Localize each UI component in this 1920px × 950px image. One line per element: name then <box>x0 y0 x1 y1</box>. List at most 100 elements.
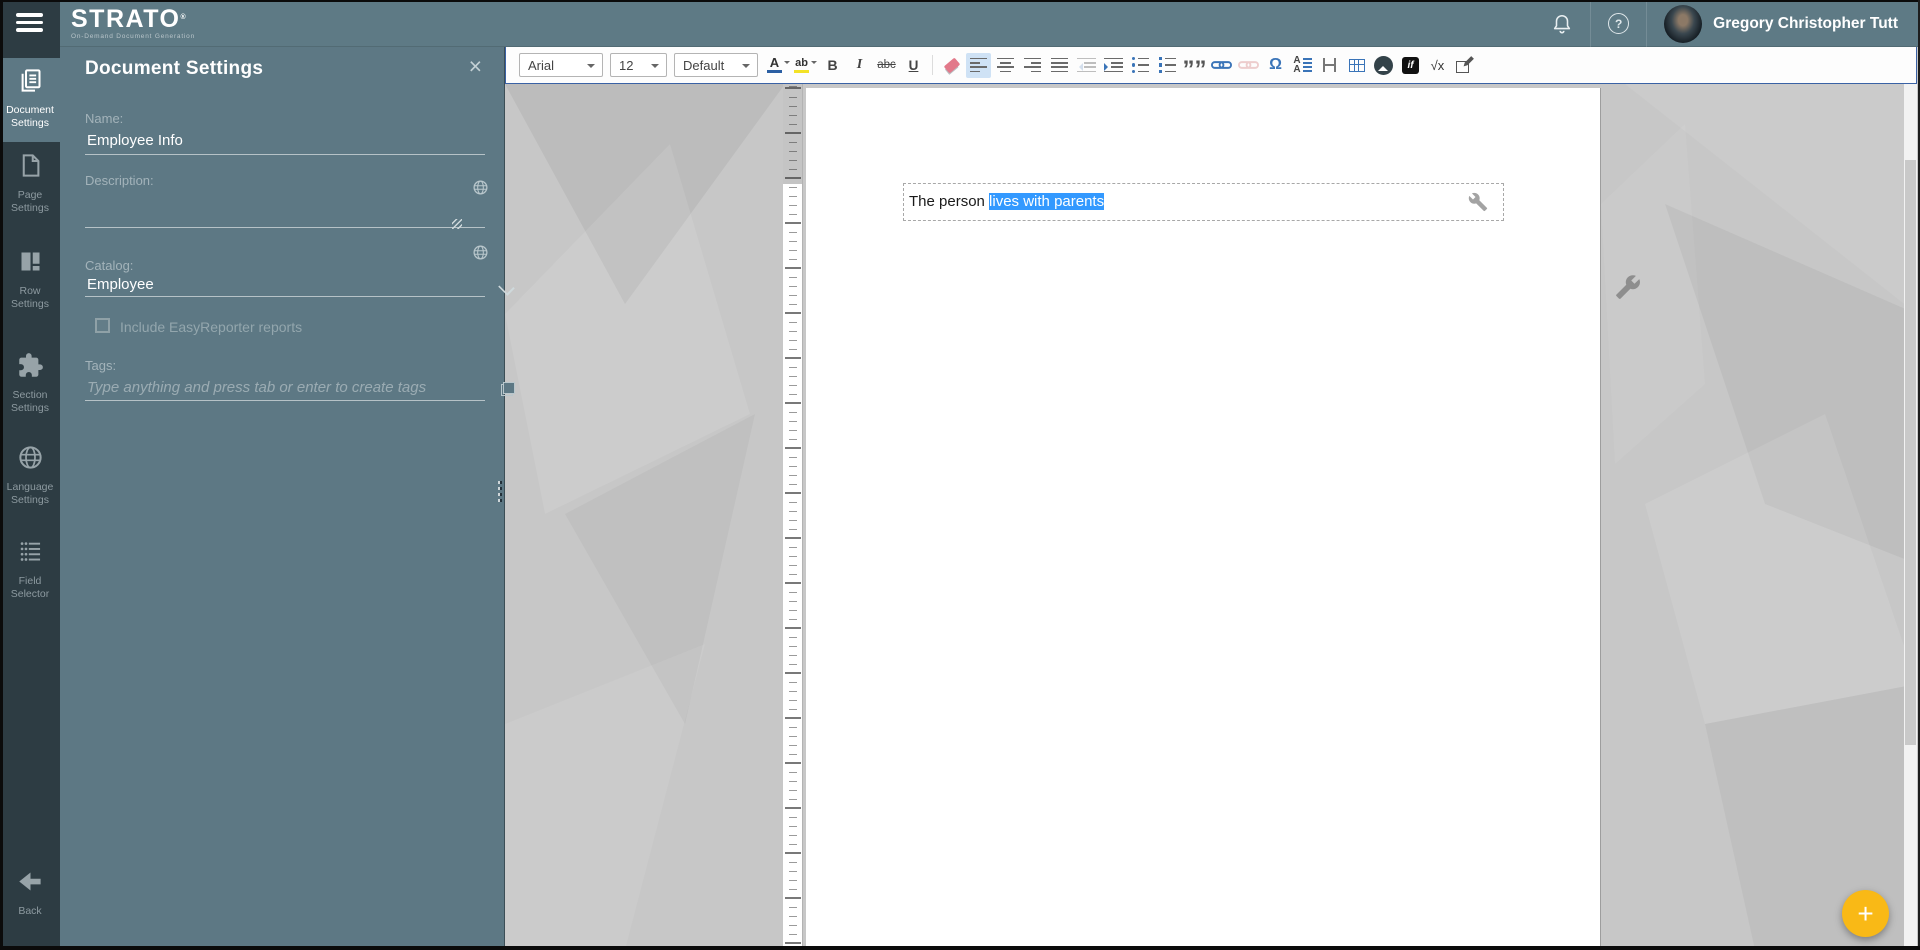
page-break-icon <box>1323 58 1336 72</box>
if-icon: if <box>1402 56 1419 74</box>
left-sidebar: Document Settings Page Settings Row Setting… <box>0 0 60 950</box>
conditional-if-button[interactable]: if <box>1398 53 1423 78</box>
include-easyreporter-checkbox[interactable] <box>95 318 110 333</box>
sidebar-item-row-settings[interactable]: Row Settings <box>0 248 60 311</box>
name-field[interactable] <box>85 131 485 155</box>
description-label: Description: <box>85 173 154 188</box>
back-arrow-icon <box>17 868 44 895</box>
line-spacing-button[interactable]: AA <box>1290 53 1315 78</box>
font-size-select[interactable]: 12 <box>610 53 667 77</box>
document-settings-icon <box>17 67 44 94</box>
indent-button[interactable] <box>1101 53 1126 78</box>
caret-down-icon <box>811 61 817 67</box>
plus-icon: + <box>1857 897 1874 929</box>
add-fab-button[interactable]: + <box>1842 890 1889 937</box>
logo-subtitle: On-Demand Document Generation <box>71 33 196 40</box>
editor-toolbar: Arial 12 Default A ab B I abc U ” ” Ω A … <box>505 47 1917 84</box>
document-settings-panel: Document Settings × Name: Description: C… <box>60 47 515 950</box>
sidebar-item-document-settings[interactable]: Document Settings <box>0 58 60 142</box>
topbar-right-group: ? Gregory Christopher Tutt <box>1551 0 1898 47</box>
align-left-button[interactable] <box>966 52 991 78</box>
insert-image-button[interactable] <box>1371 53 1396 78</box>
translate-globe-icon[interactable] <box>472 179 489 196</box>
insert-link-button[interactable] <box>1209 53 1234 78</box>
wrench-cursor-icon <box>1615 274 1641 300</box>
bullet-list-icon <box>1131 56 1150 74</box>
user-avatar[interactable] <box>1664 4 1703 43</box>
line-spacing-icon: AA <box>1293 56 1312 75</box>
topbar-divider <box>1590 0 1592 47</box>
link-icon <box>1211 58 1232 72</box>
vertical-scrollbar[interactable] <box>1904 84 1917 950</box>
logo-title: STRATO® <box>71 5 188 33</box>
numbered-list-button[interactable] <box>1155 53 1180 78</box>
text-field-block[interactable]: The person lives with parents <box>903 183 1504 221</box>
strikethrough-button[interactable]: abc <box>874 53 899 78</box>
hamburger-menu-icon[interactable] <box>16 13 43 32</box>
formula-button[interactable]: √x <box>1425 53 1450 78</box>
remove-link-button[interactable] <box>1236 53 1261 78</box>
unlink-icon <box>1238 58 1259 72</box>
textarea-resize-handle[interactable] <box>452 219 462 229</box>
topbar-divider <box>1646 0 1648 47</box>
editor-canvas: The person lives with parents + <box>505 84 1917 950</box>
name-label: Name: <box>85 111 124 126</box>
sidebar-item-section-settings[interactable]: Section Settings <box>0 352 60 415</box>
indent-icon <box>1104 57 1123 73</box>
numbered-list-icon <box>1158 56 1177 74</box>
document-page[interactable]: The person lives with parents <box>806 88 1601 950</box>
description-field[interactable] <box>85 197 485 228</box>
edit-source-button[interactable] <box>1452 53 1477 78</box>
paragraph-text: The person <box>909 193 990 210</box>
page-settings-icon <box>17 152 44 179</box>
field-wrench-icon[interactable] <box>1468 192 1488 212</box>
align-center-button[interactable] <box>993 53 1018 78</box>
align-justify-button[interactable] <box>1047 53 1072 78</box>
align-right-button[interactable] <box>1020 53 1045 78</box>
image-icon <box>1374 55 1393 75</box>
sidebar-item-language-settings[interactable]: Language Settings <box>0 444 60 507</box>
eraser-icon <box>943 57 960 73</box>
bullet-list-button[interactable] <box>1128 53 1153 78</box>
panel-title: Document Settings <box>85 58 264 79</box>
user-name[interactable]: Gregory Christopher Tutt <box>1713 15 1898 33</box>
font-color-button[interactable]: A <box>767 56 790 74</box>
underline-button[interactable]: U <box>901 53 926 78</box>
panel-resize-grip[interactable] <box>496 481 504 507</box>
scrollbar-thumb[interactable] <box>1905 160 1916 745</box>
sidebar-item-back[interactable]: Back <box>0 868 60 918</box>
trademark-mark: ® <box>180 14 188 21</box>
section-settings-puzzle-icon <box>17 352 44 379</box>
font-family-select[interactable]: Arial <box>519 53 603 77</box>
sidebar-item-field-selector[interactable]: Field Selector <box>0 538 60 601</box>
catalog-label: Catalog: <box>85 258 134 273</box>
close-icon[interactable]: × <box>469 55 482 78</box>
blockquote-button[interactable]: ”” <box>1182 53 1207 82</box>
align-center-icon <box>997 57 1014 73</box>
page-break-button[interactable] <box>1317 53 1342 78</box>
align-justify-icon <box>1051 57 1068 73</box>
vertical-ruler <box>783 84 803 950</box>
catalog-select[interactable] <box>85 277 485 297</box>
table-icon <box>1348 58 1365 72</box>
copy-tags-icon[interactable] <box>501 382 515 396</box>
tags-input[interactable] <box>85 379 485 401</box>
toolbar-divider <box>932 55 933 75</box>
special-character-button[interactable]: Ω <box>1263 53 1288 78</box>
align-left-icon <box>970 57 987 73</box>
paragraph-style-select[interactable]: Default <box>674 53 758 77</box>
highlight-color-button[interactable]: ab <box>794 57 817 74</box>
help-icon[interactable]: ? <box>1608 13 1630 34</box>
outdent-button[interactable] <box>1074 53 1099 78</box>
insert-table-button[interactable] <box>1344 53 1369 78</box>
outdent-icon <box>1077 57 1096 73</box>
bold-button[interactable]: B <box>820 53 845 78</box>
field-selector-list-icon <box>17 538 44 565</box>
notifications-bell-icon[interactable] <box>1551 13 1573 35</box>
ruler-top-margin[interactable] <box>783 84 802 184</box>
italic-button[interactable]: I <box>847 53 872 78</box>
translate-globe-icon[interactable] <box>472 244 489 261</box>
sidebar-item-page-settings[interactable]: Page Settings <box>0 152 60 215</box>
align-right-icon <box>1024 57 1041 73</box>
remove-format-eraser-button[interactable] <box>939 53 964 78</box>
